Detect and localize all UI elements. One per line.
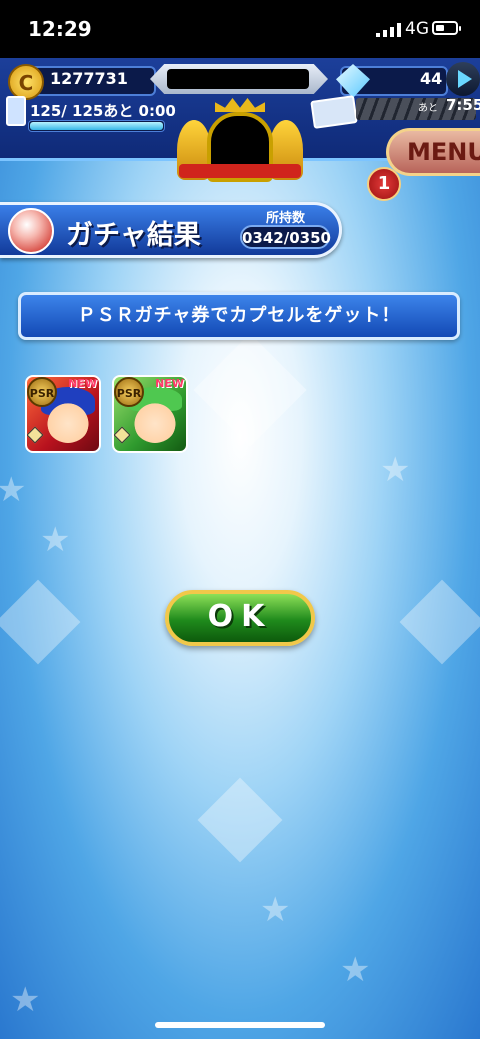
notification-badge: 1 bbox=[367, 167, 401, 201]
network-label: 4G bbox=[405, 19, 429, 39]
bg-diamond bbox=[0, 579, 81, 665]
character-card[interactable]: PSR NEW bbox=[112, 375, 188, 453]
bg-diamond bbox=[197, 777, 283, 863]
ticket-ato-label: あと bbox=[418, 103, 438, 114]
status-time: 12:29 bbox=[28, 17, 92, 41]
player-name-redacted bbox=[167, 69, 309, 89]
bg-star-icon: ★ bbox=[380, 450, 411, 490]
new-badge: NEW bbox=[155, 377, 184, 390]
ticket-icon bbox=[310, 95, 358, 129]
psr-rarity-icon: PSR bbox=[27, 377, 57, 407]
ribbon bbox=[179, 164, 301, 178]
bg-star-icon: ★ bbox=[260, 890, 291, 930]
stamina-bar bbox=[28, 120, 165, 132]
new-badge: NEW bbox=[68, 377, 97, 390]
coin-value: 1277731 bbox=[50, 69, 128, 88]
bg-diamond bbox=[193, 333, 307, 447]
gem-value[interactable]: 44 bbox=[420, 69, 442, 88]
bg-star-icon: ★ bbox=[10, 980, 41, 1020]
home-indicator[interactable] bbox=[155, 1022, 325, 1028]
menu-button[interactable]: MENU bbox=[386, 128, 480, 176]
stamina-text: 125/ 125あと 0:00 bbox=[30, 102, 176, 120]
character-card[interactable]: PSR NEW bbox=[25, 375, 101, 453]
stamina-icon bbox=[6, 96, 26, 126]
psr-rarity-icon: PSR bbox=[114, 377, 144, 407]
stamina-fill bbox=[30, 122, 163, 130]
signal-icon bbox=[376, 23, 401, 37]
rank-diamond-icon bbox=[114, 426, 131, 444]
bg-star-icon: ★ bbox=[0, 470, 27, 510]
owned-count: 0342/0350 bbox=[240, 225, 331, 249]
coin-icon: C bbox=[8, 64, 44, 100]
play-icon[interactable] bbox=[446, 62, 480, 96]
owned-label: 所持数 bbox=[266, 211, 306, 226]
battery-icon bbox=[432, 21, 461, 35]
player-avatar-frame[interactable] bbox=[175, 98, 305, 182]
bg-diamond bbox=[399, 579, 480, 665]
result-message: ＰＳＲガチャ券でカプセルをゲット！ bbox=[18, 292, 460, 340]
bg-star-icon: ★ bbox=[340, 950, 371, 990]
status-bar: 12:29 4G bbox=[0, 0, 480, 58]
page-title: ガチャ結果 bbox=[66, 220, 201, 251]
ticket-timer: 7:55 bbox=[446, 96, 480, 114]
ok-button[interactable]: OK bbox=[165, 590, 315, 646]
crown-icon bbox=[215, 98, 265, 112]
bg-star-icon: ★ bbox=[40, 520, 71, 560]
rank-diamond-icon bbox=[27, 426, 44, 444]
capsule-icon bbox=[8, 208, 54, 254]
